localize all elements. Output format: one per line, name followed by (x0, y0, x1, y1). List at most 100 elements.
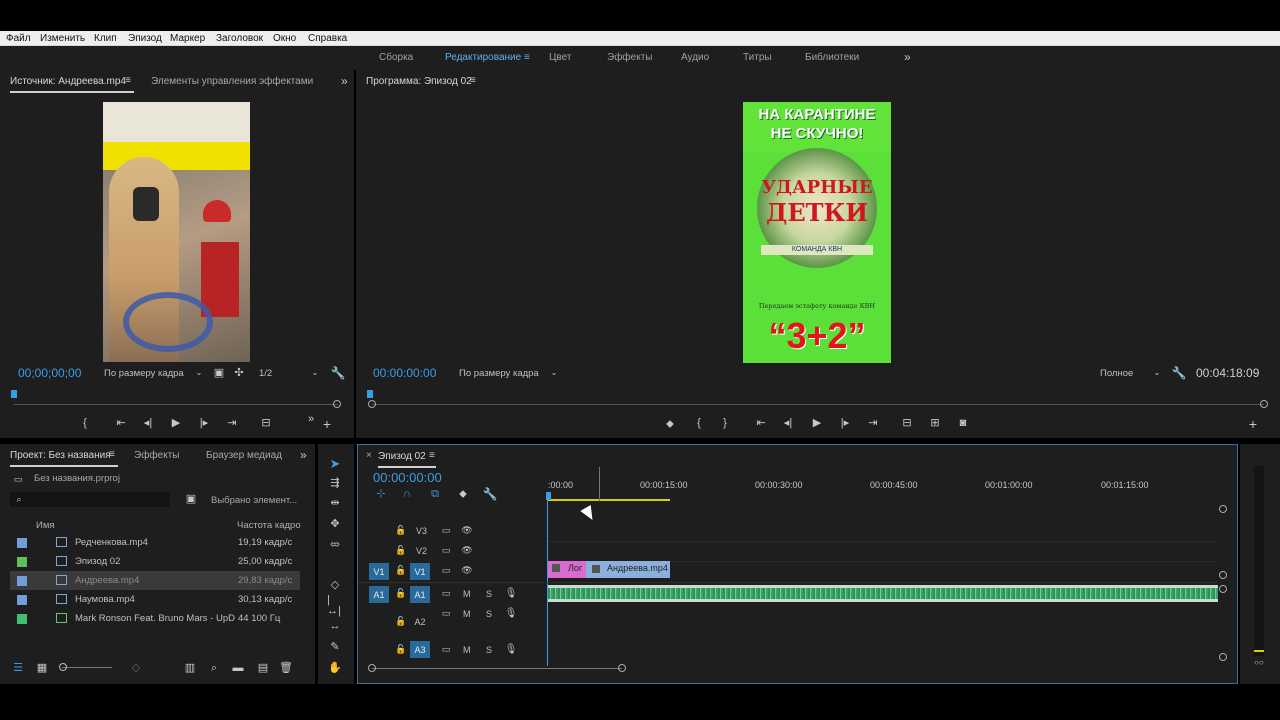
track-target-a3[interactable]: A3 (410, 641, 430, 658)
mark-out-icon[interactable]: } (720, 417, 730, 429)
slip-tool-icon[interactable]: |↔| (327, 595, 343, 617)
play-icon[interactable]: ▶ (811, 417, 823, 429)
track-target-v1[interactable]: V1 (410, 563, 430, 580)
tab-effect-controls[interactable]: Элементы управления эффектами (151, 76, 313, 87)
workspace-editing[interactable]: Редактирование (445, 52, 521, 63)
more-panels-icon[interactable]: » (341, 74, 348, 88)
lock-icon[interactable]: 🔓 (395, 588, 406, 598)
menu-file[interactable]: Файл (6, 33, 31, 44)
chevron-down-icon[interactable]: ⌄ (1152, 368, 1162, 378)
mute-button[interactable]: M (463, 609, 471, 619)
sync-lock-icon[interactable]: ▭ (440, 608, 452, 618)
sort-icon[interactable]: ◇ (130, 662, 142, 674)
hand-tool-icon[interactable]: ✋ (327, 661, 343, 675)
more-workspaces-icon[interactable]: » (904, 50, 911, 64)
work-area-bar[interactable] (548, 499, 670, 501)
ripple-edit-tool-icon[interactable]: ⇹ (327, 496, 343, 510)
rolling-edit-tool-icon[interactable]: ✥ (327, 517, 343, 531)
lift-icon[interactable]: ⊟ (899, 417, 915, 429)
list-item-selected[interactable]: Андреева.mp4 29,83 кадр/с (10, 571, 300, 590)
sync-lock-icon[interactable]: ▭ (440, 588, 452, 598)
mark-in-icon[interactable]: { (694, 417, 704, 429)
solo-meter-icon[interactable]: ○○ (1254, 658, 1264, 668)
vertical-scroll-handle[interactable] (1219, 571, 1227, 579)
microphone-icon[interactable]: 🎙 (505, 588, 518, 599)
workspace-audio[interactable]: Аудио (681, 52, 709, 63)
project-search-input[interactable] (10, 492, 170, 507)
eye-icon[interactable]: 👁 (461, 545, 473, 555)
program-quality-dropdown[interactable]: Полное (1100, 368, 1133, 379)
tab-program[interactable]: Программа: Эпизод 02 (366, 76, 472, 87)
sync-lock-icon[interactable]: ▭ (440, 565, 452, 575)
workspace-assembly[interactable]: Сборка (379, 52, 413, 63)
source-fit-dropdown[interactable]: По размеру кадра (104, 368, 184, 379)
vertical-scroll-handle[interactable] (1219, 585, 1227, 593)
workspace-color[interactable]: Цвет (549, 52, 571, 63)
list-item[interactable]: Эпизод 02 25,00 кадр/с (10, 552, 300, 571)
list-item[interactable]: Mark Ronson Feat. Bruno Mars - UpD 44 10… (10, 609, 300, 628)
track-target-a2[interactable]: A2 (410, 613, 430, 630)
menu-window[interactable]: Окно (273, 33, 296, 44)
track-select-tool-icon[interactable]: ⇶ (327, 476, 343, 490)
menu-sequence[interactable]: Эпизод (128, 33, 162, 44)
menu-edit[interactable]: Изменить (40, 33, 85, 44)
lock-icon[interactable]: 🔓 (395, 525, 406, 535)
program-playhead[interactable] (367, 390, 373, 398)
wrench-icon[interactable]: 🔧 (1172, 366, 1187, 380)
chevron-down-icon[interactable]: ⌄ (310, 368, 320, 378)
settings-square-icon[interactable]: ▣ (213, 367, 225, 379)
zoom-slider[interactable] (62, 667, 112, 668)
razor-tool-icon[interactable]: ◇ (327, 578, 343, 592)
panel-menu-icon[interactable]: ≡ (109, 449, 115, 460)
automate-icon[interactable]: ▥ (184, 662, 196, 674)
new-bin-icon[interactable]: ▬ (232, 662, 244, 674)
close-icon[interactable]: × (366, 450, 372, 461)
timeline-settings-wrench-icon[interactable]: 🔧 (483, 487, 498, 501)
timeline-zoom-scrollbar[interactable] (372, 668, 622, 669)
camera-icon[interactable]: ◙ (956, 417, 970, 429)
step-back-icon[interactable]: ◂| (782, 417, 794, 429)
go-to-out-icon[interactable]: ⇥ (225, 417, 239, 429)
microphone-icon[interactable]: 🎙 (505, 608, 518, 619)
timeline-clip-logo[interactable]: Лог (548, 561, 586, 578)
source-playhead[interactable] (11, 390, 17, 398)
panel-menu-icon[interactable]: ≡ (470, 75, 476, 86)
tab-effects[interactable]: Эффекты (134, 450, 179, 461)
source-patch-v1[interactable]: V1 (369, 563, 389, 580)
step-back-icon[interactable]: ◂| (142, 417, 154, 429)
go-to-in-icon[interactable]: ⇤ (754, 417, 768, 429)
go-to-out-icon[interactable]: ⇥ (866, 417, 880, 429)
pen-tool-icon[interactable]: ✎ (327, 640, 343, 654)
source-patch-a1[interactable]: A1 (369, 586, 389, 603)
menu-help[interactable]: Справка (308, 33, 347, 44)
more-buttons-icon[interactable]: » (305, 413, 317, 425)
tab-media-browser[interactable]: Браузер медиаданных (206, 450, 282, 461)
new-item-icon[interactable]: ▤ (257, 662, 269, 674)
program-scrub-bar[interactable] (372, 404, 1264, 405)
chevron-down-icon[interactable]: ⌄ (549, 368, 559, 378)
sync-lock-icon[interactable]: ▭ (440, 525, 452, 535)
panel-menu-icon[interactable]: ≡ (429, 450, 435, 461)
solo-button[interactable]: S (486, 645, 492, 655)
menu-marker[interactable]: Маркер (170, 33, 205, 44)
list-view-icon[interactable]: ☰ (12, 662, 24, 674)
workspace-titles[interactable]: Титры (743, 52, 772, 63)
source-resolution-dropdown[interactable]: 1/2 (259, 368, 272, 379)
trash-icon[interactable]: 🗑 (279, 662, 293, 674)
linked-selection-icon[interactable]: ⧉ (429, 488, 441, 500)
track-target-a1[interactable]: A1 (410, 586, 430, 603)
vertical-scroll-handle[interactable] (1219, 653, 1227, 661)
menu-title[interactable]: Заголовок (216, 33, 263, 44)
zoom-handle-right[interactable] (618, 664, 626, 672)
menu-clip[interactable]: Клип (94, 33, 117, 44)
lock-icon[interactable]: 🔓 (395, 616, 406, 626)
timeline-playhead[interactable] (546, 492, 551, 500)
step-forward-icon[interactable]: |▸ (839, 417, 851, 429)
insert-icon[interactable]: ⊟ (258, 417, 274, 429)
lock-icon[interactable]: 🔓 (395, 565, 406, 575)
program-timecode[interactable]: 00:00:00:00 (373, 366, 436, 380)
program-fit-dropdown[interactable]: По размеру кадра (459, 368, 539, 379)
mark-in-icon[interactable]: { (80, 417, 90, 429)
column-name-header[interactable]: Имя (36, 520, 55, 531)
eye-icon[interactable]: 👁 (461, 525, 473, 535)
